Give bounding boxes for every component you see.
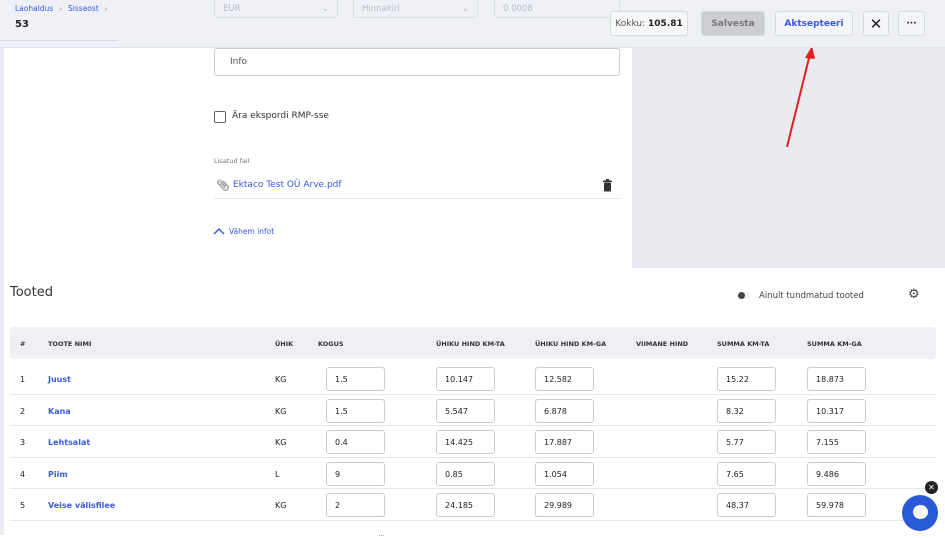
sum-ex-vat-input[interactable]: 15.22 (717, 367, 776, 391)
table-row: 5 Veise välisfilee KG 2 24.185 29.989 48… (10, 489, 936, 521)
accept-button[interactable]: Aktsepteeri (775, 11, 853, 36)
unit: KG (275, 406, 287, 416)
divider (214, 198, 620, 199)
close-button[interactable]: ✕ (863, 11, 889, 36)
quantity-input[interactable]: 1.5 (326, 398, 385, 423)
row-number: 2 (20, 406, 26, 416)
rate-input[interactable]: 0.0008 (494, 0, 620, 18)
price-ex-vat-input[interactable]: 10.147 (436, 367, 495, 391)
product-name-link[interactable]: Piim (48, 470, 68, 479)
sum-inc-vat-input[interactable]: 18.873 (807, 367, 866, 391)
table-row: 4 Piim L 9 0.85 1.054 7.65 9.486 (10, 458, 936, 489)
document-number: 53 (15, 19, 29, 30)
product-name-link[interactable]: Juust (48, 375, 71, 384)
col-header-unit: ÜHIK (275, 340, 294, 348)
sum-inc-vat-input[interactable]: 9.486 (807, 461, 866, 486)
row-number: 5 (20, 501, 26, 510)
unit: KG (275, 501, 287, 510)
row-number: 3 (20, 438, 26, 447)
attached-file-label: Lisatud fail (214, 157, 250, 165)
more-button[interactable]: ··· (898, 11, 925, 36)
breadcrumb-sisseost[interactable]: Sisseost (68, 4, 99, 13)
sum-inc-vat-input[interactable]: 10.317 (807, 398, 866, 423)
table-row: 1 Juust KG 1.5 10.147 12.582 15.22 18.87… (10, 363, 936, 395)
chat-button[interactable] (902, 495, 938, 531)
gear-icon[interactable]: ⚙ (908, 287, 920, 302)
price-inc-vat-input[interactable]: 17.887 (535, 430, 594, 454)
unknown-only-toggle[interactable] (738, 292, 750, 299)
sum-ex-vat-input[interactable]: 48.37 (717, 493, 776, 517)
more-icon: ··· (906, 18, 917, 29)
total-display: Kokku: 105.81 (610, 11, 688, 36)
unit: L (275, 469, 280, 479)
unit: KG (275, 375, 287, 384)
sum-ex-vat-input[interactable]: 7.65 (717, 461, 776, 486)
table-row: 3 Lehtsalat KG 0.4 14.425 17.887 5.77 7.… (10, 426, 936, 458)
price-inc-vat-input[interactable]: 6.878 (535, 398, 594, 423)
price-ex-vat-input[interactable]: 0.85 (436, 461, 495, 486)
products-title: Tooted (10, 285, 53, 300)
quantity-input[interactable]: 1.5 (326, 367, 385, 391)
sum-ex-vat-input[interactable]: 5.77 (717, 430, 776, 454)
info-input[interactable]: Info (214, 48, 620, 76)
sum-inc-vat-input[interactable]: 7.155 (807, 430, 866, 454)
table-row: 2 Kana KG 1.5 5.547 6.878 8.32 10.317 (10, 395, 936, 426)
less-info-link[interactable]: Vähem infot (229, 227, 274, 236)
divider (0, 40, 118, 41)
price-ex-vat-input[interactable]: 14.425 (436, 430, 495, 454)
chat-icon (912, 505, 928, 519)
product-name-link[interactable]: Lehtsalat (48, 438, 90, 447)
quantity-input[interactable]: 2 (326, 493, 385, 517)
unknown-only-label: Ainult tundmatud tooted (759, 291, 864, 301)
price-inc-vat-input[interactable]: 12.582 (535, 367, 594, 391)
breadcrumb: Laohaldus › Sisseost › (15, 4, 108, 13)
col-header-price-inc: ÜHIKU HIND KM-GA (535, 340, 607, 348)
quantity-input[interactable]: 9 (326, 461, 385, 486)
product-name-link[interactable]: Veise välisfilee (48, 501, 115, 510)
currency-select[interactable]: EUR ⌄ (214, 0, 338, 18)
trash-icon[interactable] (602, 179, 613, 192)
quantity-input[interactable]: 0.4 (326, 430, 385, 454)
col-header-qty: KOGUS (318, 340, 344, 348)
row-number: 4 (20, 469, 26, 479)
pricelist-select[interactable]: Hinnakiri ⌄ (353, 0, 478, 18)
col-header-last-price: VIIMANE HIND (636, 340, 689, 348)
breadcrumb-laohaldus[interactable]: Laohaldus (15, 4, 53, 13)
sum-inc-vat-input[interactable]: 59.978 (807, 493, 866, 517)
unit: KG (275, 438, 287, 447)
pagination: … (378, 530, 385, 538)
no-export-checkbox[interactable] (214, 111, 226, 123)
col-header-sum-ex: SUMMA KM-TA (717, 340, 770, 348)
col-header-name: TOOTE NIMI (48, 340, 92, 348)
top-header: Laohaldus › Sisseost › 53 EUR ⌄ Hinnakiri ⌄ … (0, 0, 945, 48)
price-ex-vat-input[interactable]: 24.185 (436, 493, 495, 517)
product-name-link[interactable]: Kana (48, 407, 71, 416)
save-button[interactable]: Salvesta (701, 11, 765, 36)
paperclip-icon: 📎︎ (216, 179, 230, 192)
no-export-label: Ära ekspordi RMP-sse (232, 111, 329, 121)
sum-ex-vat-input[interactable]: 8.32 (717, 398, 776, 423)
price-ex-vat-input[interactable]: 5.547 (436, 398, 495, 423)
col-header-num: # (20, 340, 26, 348)
annotation-arrow (786, 46, 815, 148)
price-inc-vat-input[interactable]: 1.054 (535, 461, 594, 486)
chat-close-button[interactable]: ✕ (925, 481, 938, 494)
col-header-price-ex: ÜHIKU HIND KM-TA (436, 340, 505, 348)
col-header-sum-inc: SUMMA KM-GA (807, 340, 862, 348)
attached-file-link[interactable]: Ektaco Test OÜ Arve.pdf (233, 180, 342, 190)
row-number: 1 (20, 375, 26, 384)
price-inc-vat-input[interactable]: 29.989 (535, 493, 594, 517)
close-icon: ✕ (869, 14, 883, 33)
chevron-up-icon[interactable] (213, 227, 225, 235)
